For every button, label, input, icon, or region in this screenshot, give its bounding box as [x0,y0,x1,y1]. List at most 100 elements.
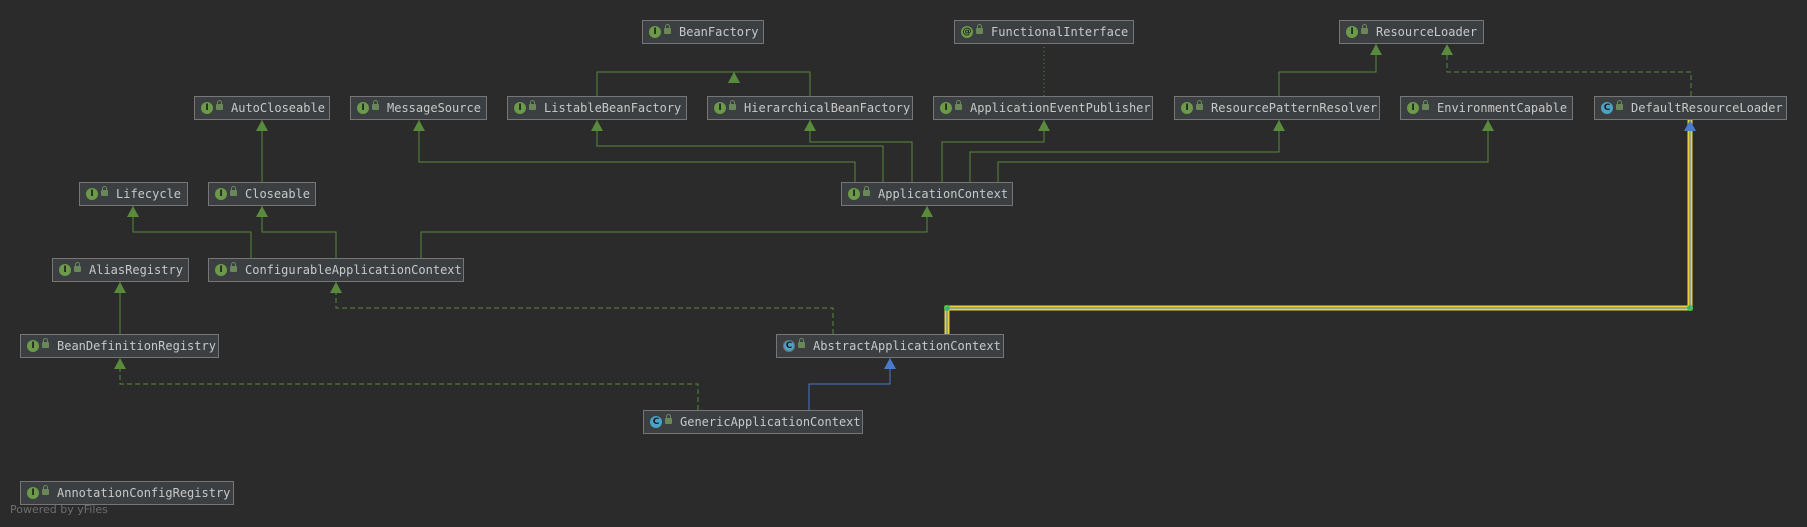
node-alias-registry[interactable]: I AliasRegistry [52,258,189,282]
public-lock-icon [230,186,237,196]
node-application-event-publisher[interactable]: I ApplicationEventPublisher [933,96,1153,120]
arrowhead [921,206,933,217]
public-lock-icon [729,100,736,110]
edge-application-context-to-application-event-publisher[interactable] [941,120,1050,182]
arrowhead [1441,44,1453,55]
node-abstract-application-context[interactable]: C AbstractApplicationContext [776,334,1004,358]
arrowhead [330,282,342,293]
edge-closeable-to-auto-closeable[interactable] [256,120,268,182]
node-label: Lifecycle [116,187,182,201]
node-auto-closeable[interactable]: I AutoCloseable [194,96,330,120]
public-lock-icon [101,186,108,196]
node-bean-definition-registry[interactable]: I BeanDefinitionRegistry [20,334,219,358]
edge-generic-application-context-to-bean-definition-registry[interactable] [114,358,699,410]
node-label: HierarchicalBeanFactory [744,101,911,115]
node-label: AnnotationConfigRegistry [57,486,231,500]
edge-application-context-to-listable-bean-factory[interactable] [591,120,884,182]
public-lock-icon [42,338,49,348]
node-label: AliasRegistry [89,263,183,277]
node-listable-bean-factory[interactable]: I ListableBeanFactory [507,96,687,120]
node-bean-factory[interactable]: I BeanFactory [642,20,764,44]
interface-icon: I [1346,26,1358,38]
node-lifecycle[interactable]: I Lifecycle [79,182,188,206]
node-label: ResourcePatternResolver [1211,101,1378,115]
edge-generic-application-context-to-abstract-application-context[interactable] [808,358,896,410]
interface-icon: I [27,487,39,499]
edge-line [997,120,1489,182]
public-lock-icon [216,100,223,110]
node-default-resource-loader[interactable]: C DefaultResourceLoader [1594,96,1787,120]
edge-line [809,120,913,182]
edge-line [1446,44,1692,96]
public-lock-icon [665,414,672,424]
public-lock-icon [955,100,962,110]
node-closeable[interactable]: I Closeable [208,182,316,206]
node-environment-capable[interactable]: I EnvironmentCapable [1400,96,1573,120]
arrowhead [1482,120,1494,131]
node-resource-loader[interactable]: I ResourceLoader [1339,20,1484,44]
abstract-class-icon: C [783,340,795,352]
edge-line [596,120,884,182]
arrowhead [804,120,816,131]
interface-icon: I [1407,102,1419,114]
edge-default-resource-loader-to-resource-loader[interactable] [1441,44,1692,96]
annotation-icon: @ [961,26,973,38]
node-resource-pattern-resolver[interactable]: I ResourcePatternResolver [1174,96,1380,120]
node-functional-interface[interactable]: @ FunctionalInterface [954,20,1134,44]
edge-configurable-application-context-to-closeable[interactable] [256,206,337,258]
arrowhead [591,120,603,131]
node-label: BeanFactory [679,25,759,39]
node-configurable-application-context[interactable]: I ConfigurableApplicationContext [208,258,464,282]
public-lock-icon [664,24,671,34]
edge-application-context-to-message-source[interactable] [413,120,856,182]
interface-icon: I [514,102,526,114]
node-label: ConfigurableApplicationContext [245,263,462,277]
node-label: Closeable [245,187,311,201]
edge-application-context-to-hierarchical-bean-factory[interactable] [804,120,913,182]
node-message-source[interactable]: I MessageSource [350,96,487,120]
arrowhead [114,282,126,293]
edge-line [1278,44,1377,96]
edge-listable-bean-factory-to-bean-factory[interactable] [596,71,740,96]
node-label: MessageSource [387,101,481,115]
node-label: AbstractApplicationContext [813,339,1001,353]
arrowhead [256,120,268,131]
interface-icon: I [27,340,39,352]
edge-line [808,358,891,410]
node-hierarchical-bean-factory[interactable]: I HierarchicalBeanFactory [707,96,913,120]
edge-bean-definition-registry-to-alias-registry[interactable] [114,282,126,334]
interface-icon: I [357,102,369,114]
public-lock-icon [42,485,49,495]
node-annotation-config-registry[interactable]: I AnnotationConfigRegistry [20,481,234,505]
edge-line [734,71,811,96]
edge-configurable-application-context-to-application-context[interactable] [420,206,933,258]
interface-icon: I [201,102,213,114]
public-lock-icon [863,186,870,196]
arrowhead [256,206,268,217]
edge-line [335,282,834,334]
arrowhead [413,120,425,131]
interface-icon: I [848,188,860,200]
interface-icon: I [940,102,952,114]
interface-icon: I [714,102,726,114]
edge-hierarchical-bean-factory-to-bean-factory[interactable] [728,71,811,96]
arrowhead [1038,120,1050,131]
edge-application-context-to-resource-pattern-resolver[interactable] [969,120,1285,182]
node-application-context[interactable]: I ApplicationContext [841,182,1013,206]
public-lock-icon [529,100,536,110]
node-generic-application-context[interactable]: C GenericApplicationContext [643,410,863,434]
arrowhead [1273,120,1285,131]
edge-line [941,120,1045,182]
edge-resource-pattern-resolver-to-resource-loader[interactable] [1278,44,1382,96]
node-label: AutoCloseable [231,101,325,115]
arrowhead [127,206,139,217]
edge-abstract-application-context-to-configurable-application-context[interactable] [330,282,834,334]
edge-application-context-to-environment-capable[interactable] [997,120,1494,182]
node-label: BeanDefinitionRegistry [57,339,216,353]
public-lock-icon [1361,24,1368,34]
edge-line [261,206,337,258]
public-lock-icon [1616,100,1623,110]
public-lock-icon [230,262,237,272]
edge-configurable-application-context-to-lifecycle[interactable] [127,206,252,258]
arrowhead [728,72,740,83]
